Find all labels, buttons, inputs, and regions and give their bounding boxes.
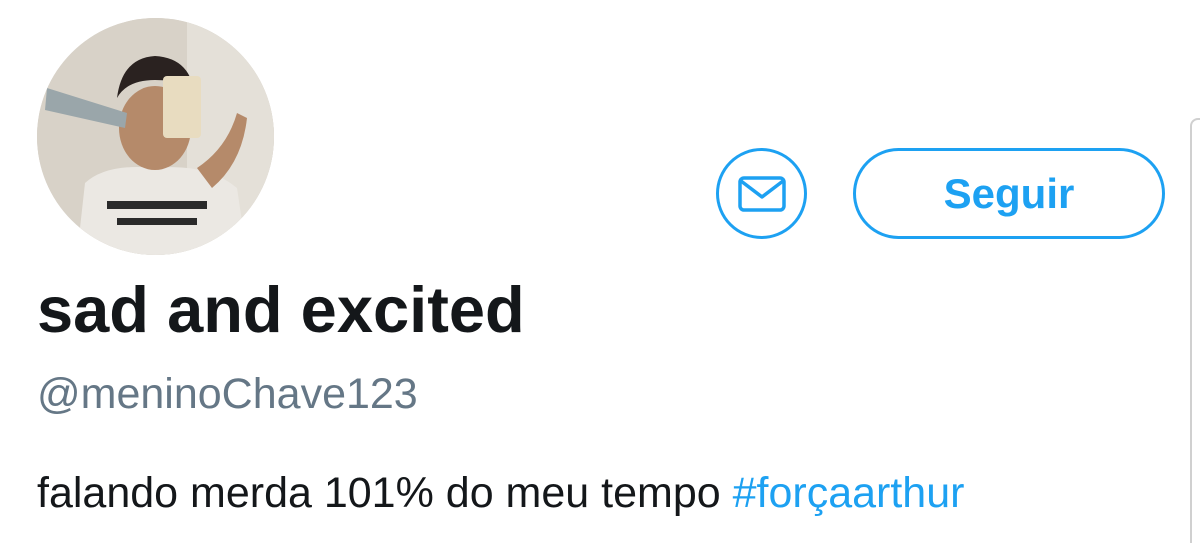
message-button[interactable] (716, 148, 807, 239)
bio-text: falando merda 101% do meu tempo (37, 469, 733, 517)
avatar[interactable] (37, 18, 274, 255)
user-handle: @meninoChave123 (37, 370, 418, 418)
follow-button[interactable]: Seguir (853, 148, 1165, 239)
bio: falando merda 101% do meu tempo #forçaar… (37, 469, 964, 518)
follow-button-label: Seguir (943, 169, 1075, 217)
display-name: sad and excited (37, 273, 525, 346)
envelope-icon (737, 175, 786, 212)
bio-hashtag-link[interactable]: #forçaarthur (733, 469, 965, 517)
scrollbar[interactable] (1190, 118, 1200, 543)
profile-photo (37, 18, 274, 255)
